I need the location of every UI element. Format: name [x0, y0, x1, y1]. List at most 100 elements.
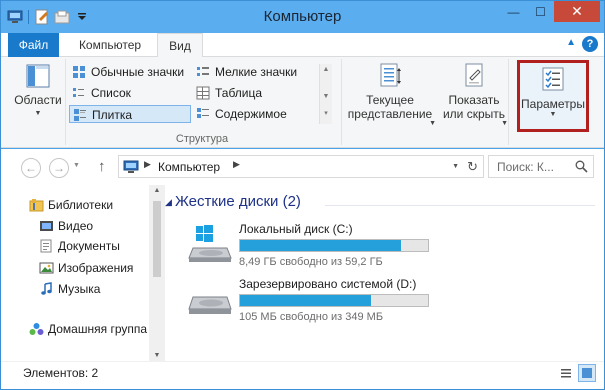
address-dropdown-icon[interactable]: ▼	[452, 163, 459, 170]
tiles-icon	[74, 109, 86, 121]
nav-item-video[interactable]: Видео	[39, 216, 93, 236]
layout-item-label: Плитка	[92, 108, 133, 122]
drive-free-space: 8,49 ГБ свободно из 59,2 ГБ	[239, 256, 383, 268]
nav-item-homegroup[interactable]: Домашняя группа	[29, 319, 147, 339]
drive-free-space: 105 МБ свободно из 349 МБ	[239, 311, 384, 323]
current-view-label-1: Текущее	[366, 93, 414, 107]
documents-icon	[40, 239, 52, 253]
layout-medium-icons[interactable]: Обычные значки	[69, 63, 187, 81]
computer-icon	[123, 160, 139, 173]
status-bar: Элементов: 2	[1, 361, 604, 389]
window-controls: — ☐ ✕	[500, 1, 600, 22]
title-bar: Компьютер — ☐ ✕	[1, 1, 604, 33]
recent-locations-icon[interactable]: ▼	[73, 162, 80, 169]
layout-item-label: Таблица	[215, 86, 263, 100]
tab-view[interactable]: Вид	[157, 33, 203, 58]
layout-details[interactable]: Таблица	[193, 84, 315, 102]
drive-tile-d[interactable]: Зарезервировано системой (D:) 105 МБ сво…	[187, 277, 447, 331]
navigation-scrollbar[interactable]: ▲ ▼	[149, 185, 165, 361]
ribbon-tabs: Файл Компьютер Вид ▲ ?	[1, 33, 604, 58]
gallery-expand-icon[interactable]: ▾	[320, 108, 332, 119]
layout-item-label: Список	[91, 86, 131, 100]
drive-name: Локальный диск (C:)	[239, 222, 353, 236]
chevron-down-icon: ▼	[549, 111, 557, 118]
details-view-icon[interactable]	[557, 364, 575, 382]
tab-file[interactable]: Файл	[8, 33, 59, 57]
up-button[interactable]: ↑	[98, 158, 106, 175]
layout-list[interactable]: Список	[69, 84, 187, 102]
maximize-button[interactable]: ☐	[527, 1, 554, 22]
minimize-button[interactable]: —	[500, 1, 527, 22]
group-options: Параметры ▼	[509, 59, 599, 145]
nav-item-pictures[interactable]: Изображения	[39, 258, 133, 278]
current-view-button[interactable]: Текущее представление ▼	[346, 63, 436, 127]
section-title[interactable]: Жесткие диски (2)	[175, 193, 301, 210]
scroll-down-icon[interactable]: ▼	[320, 91, 332, 102]
nav-item-label: Домашняя группа	[48, 322, 148, 336]
scroll-up-icon[interactable]: ▲	[320, 64, 332, 75]
options-label: Параметры	[521, 97, 585, 111]
ribbon: Области ▼ Обычные значки Мелкие значки С…	[1, 57, 604, 148]
current-view-label-2: представление	[347, 107, 433, 121]
breadcrumb-chevron-icon[interactable]: ▶	[233, 159, 240, 170]
explorer-window: Компьютер — ☐ ✕ Файл Компьютер Вид ▲ ? О…	[0, 0, 605, 390]
medium-icons-icon	[73, 66, 85, 78]
nav-item-label: Библиотеки	[48, 198, 114, 212]
homegroup-icon	[29, 323, 44, 335]
small-icons-icon	[197, 67, 209, 76]
layout-tiles[interactable]: Плитка	[69, 105, 191, 123]
navigation-pane-icon	[24, 63, 52, 89]
collapse-group-icon[interactable]: ◢	[165, 197, 172, 208]
large-icons-view-icon[interactable]	[578, 364, 596, 382]
music-icon	[41, 282, 52, 295]
close-button[interactable]: ✕	[554, 1, 600, 22]
help-icon[interactable]: ?	[582, 36, 598, 52]
video-icon	[40, 221, 53, 231]
scroll-up-icon[interactable]: ▲	[149, 187, 165, 194]
drive-name: Зарезервировано системой (D:)	[239, 277, 417, 291]
areas-button[interactable]: Области ▼	[12, 63, 64, 121]
group-layout: Обычные значки Мелкие значки Список Табл…	[67, 59, 337, 145]
show-hide-label-1: Показать	[448, 93, 500, 107]
scroll-down-icon[interactable]: ▼	[149, 352, 165, 359]
nav-item-documents[interactable]: Документы	[39, 236, 120, 256]
layout-content[interactable]: Содержимое	[193, 105, 315, 123]
search-icon[interactable]	[575, 160, 588, 173]
drive-usage-bar	[239, 294, 429, 307]
show-hide-button[interactable]: Показать или скрыть ▼	[442, 63, 508, 127]
drive-tile-c[interactable]: Локальный диск (C:) 8,49 ГБ свободно из …	[187, 222, 447, 276]
back-button[interactable]: ←	[21, 158, 41, 178]
breadcrumb-chevron-icon[interactable]: ▶	[144, 159, 151, 170]
options-button[interactable]: Параметры ▼	[517, 60, 589, 132]
group-areas: Области ▼	[10, 59, 66, 145]
address-bar[interactable]: ▶ Компьютер ▶ ▼ ↻	[118, 155, 484, 178]
scrollbar-thumb[interactable]	[153, 201, 161, 277]
section-divider	[325, 205, 595, 206]
show-hide-icon	[460, 63, 488, 89]
drive-usage-fill	[240, 240, 402, 251]
nav-item-libraries[interactable]: Библиотеки	[29, 195, 113, 215]
drive-usage-fill	[240, 295, 372, 306]
content-icon	[197, 108, 209, 118]
tab-computer[interactable]: Компьютер	[67, 33, 153, 57]
layout-item-label: Обычные значки	[91, 65, 185, 79]
layout-group-label: Структура	[175, 133, 229, 145]
refresh-icon[interactable]: ↻	[467, 159, 478, 175]
show-hide-label-2: или скрыть	[442, 107, 506, 121]
search-input[interactable]: Поиск: К...	[497, 160, 554, 174]
search-box[interactable]: Поиск: К...	[488, 155, 594, 178]
nav-item-music[interactable]: Музыка	[39, 279, 100, 299]
address-row: ← → ▼ ↑ ▶ Компьютер ▶ ▼ ↻ Поиск: К...	[1, 149, 604, 185]
item-count: Элементов: 2	[23, 366, 99, 380]
pictures-icon	[39, 262, 54, 274]
nav-item-label: Видео	[58, 219, 94, 233]
layout-small-icons[interactable]: Мелкие значки	[193, 63, 315, 81]
expand-ribbon-icon[interactable]: ▲	[566, 37, 576, 48]
forward-button[interactable]: →	[49, 158, 69, 178]
breadcrumb-computer[interactable]: Компьютер	[158, 160, 220, 174]
layout-gallery-scroll[interactable]: ▲ ▼ ▾	[319, 64, 332, 124]
chevron-down-icon: ▼	[34, 110, 42, 117]
layout-item-label: Мелкие значки	[215, 65, 298, 79]
hard-drive-icon	[188, 296, 232, 314]
windows-drive-icon	[188, 225, 232, 262]
